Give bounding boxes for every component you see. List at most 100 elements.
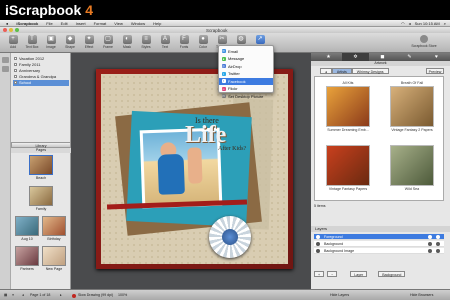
menu-app[interactable]: iScrapbook [16, 21, 38, 26]
hide-browsers-button[interactable]: Hide Browsers [410, 293, 433, 297]
minimize-icon[interactable] [9, 28, 13, 32]
page-thumb-aug10[interactable] [15, 216, 39, 236]
layer-row[interactable]: Foreground [314, 234, 444, 240]
effect-button[interactable]: ✦ Effect [80, 35, 98, 52]
shape-button[interactable]: ◆ Shape [61, 35, 79, 52]
menu-file[interactable]: File [46, 21, 52, 26]
eye-icon[interactable] [316, 235, 320, 239]
share-twitter[interactable]: t Twitter [219, 70, 273, 78]
remove-layer-button[interactable]: − [327, 270, 338, 277]
checkbox[interactable] [14, 81, 17, 85]
kit-card[interactable]: All Kits Summer Dreaming Emb... [323, 81, 373, 132]
segment-back-icon[interactable]: ◂ [320, 68, 332, 74]
tab-heart[interactable]: ♥ [423, 53, 450, 61]
title-main[interactable]: Life [185, 122, 226, 149]
search-icon[interactable] [436, 235, 440, 239]
pages-icon[interactable] [2, 66, 9, 72]
menu-insert[interactable]: Insert [76, 21, 86, 26]
checkbox[interactable] [14, 63, 17, 67]
menu-format[interactable]: Format [94, 21, 107, 26]
segment-artists[interactable]: Artists [331, 68, 352, 74]
tab-favorites[interactable]: ★ [315, 53, 342, 61]
checkbox[interactable] [14, 75, 17, 79]
close-icon[interactable] [3, 28, 7, 32]
color-button[interactable]: ● Color [194, 35, 212, 52]
share-facebook[interactable]: f Facebook [219, 77, 273, 85]
mask-button[interactable]: ◐ Mask [118, 35, 136, 52]
photo-kid-2 [187, 147, 203, 184]
share-desktop[interactable]: ▭ Set Desktop Picture [219, 93, 273, 101]
lock-icon[interactable] [428, 249, 432, 253]
layer-row[interactable]: Background Image [314, 248, 444, 254]
tab-photos[interactable]: ◼ [369, 53, 396, 61]
page-thumb-new[interactable] [42, 246, 66, 266]
search-icon[interactable] [436, 249, 440, 253]
library-item-selected[interactable]: School [13, 80, 69, 86]
apple-icon[interactable]: ● [6, 21, 8, 26]
checkbox[interactable] [14, 69, 17, 73]
library-item[interactable]: Anniversary [13, 68, 69, 74]
share-message[interactable]: ● Message [219, 55, 273, 63]
styles-button[interactable]: ≡ Styles [137, 35, 155, 52]
menu-help[interactable]: Help [153, 21, 161, 26]
kit-card[interactable]: Breath Of Fall Vintage Fantasy 2 Papers [387, 81, 437, 132]
page-thumb-partners[interactable] [15, 246, 39, 266]
layer-popup[interactable]: Layer [350, 270, 368, 277]
zoom-level[interactable]: 100% [118, 293, 127, 297]
text-button[interactable]: A Text [156, 35, 174, 52]
slow-drawing-icon [72, 293, 76, 298]
flower-embellishment[interactable] [209, 216, 251, 258]
search-icon[interactable] [436, 242, 440, 246]
volume-icon[interactable]: ◂ [409, 21, 411, 26]
frame-button[interactable]: ▢ Frame [99, 35, 117, 52]
add-layer-button[interactable]: + [314, 270, 325, 277]
grid-icon[interactable]: ▦ [4, 293, 7, 297]
canvas-area[interactable]: Is there Life After Kids? [71, 53, 311, 289]
share-email[interactable]: ✉ Email [219, 48, 273, 56]
page-thumb-birthday[interactable] [42, 216, 66, 236]
menu-edit[interactable]: Edit [61, 21, 68, 26]
eye-icon[interactable] [316, 249, 320, 253]
page-thumb-beach[interactable] [29, 155, 53, 175]
library-icon[interactable] [2, 57, 9, 63]
background-popup[interactable]: Background [378, 270, 406, 277]
preview-button[interactable]: Preview [426, 68, 444, 74]
text-box-button[interactable]: T Text Box [23, 35, 41, 52]
library-item[interactable]: Grandma & Grandpa [13, 74, 69, 80]
pages-header: Pages [11, 148, 71, 153]
layers-toolbar: + − Layer Background [314, 270, 444, 277]
library-item[interactable]: Vacation 2012 [13, 56, 69, 62]
share-airdrop[interactable]: ◎ AirDrop [219, 63, 273, 71]
list-icon[interactable]: ≡ [12, 293, 14, 297]
title-bottom[interactable]: After Kids? [218, 146, 246, 152]
kit-card[interactable]: Vintage Fantasy Papers [323, 145, 373, 191]
add-button[interactable]: + Add [4, 35, 22, 52]
wifi-icon[interactable]: ◠ [401, 21, 405, 26]
fonts-button[interactable]: F Fonts [175, 35, 193, 52]
lock-icon[interactable] [428, 242, 432, 246]
page-thumb-family[interactable] [29, 186, 53, 206]
image-button[interactable]: ▣ Image [42, 35, 60, 52]
segment-whimsy[interactable]: Whimsy Designs [351, 68, 389, 74]
airdrop-icon: ◎ [221, 64, 226, 69]
prev-page-icon[interactable]: ◂ [22, 293, 24, 297]
library-item[interactable]: Family 2011 [13, 62, 69, 68]
menu-window[interactable]: Window [131, 21, 145, 26]
layer-row[interactable]: Background [314, 241, 444, 247]
kit-card[interactable]: Wild Sea [387, 145, 437, 191]
clock[interactable]: Sun 10:15 AM [415, 21, 440, 26]
layer-label: Foreground [324, 235, 343, 239]
tab-inspector[interactable]: ✎ [396, 53, 423, 61]
tab-artwork[interactable]: ✲ [342, 53, 369, 61]
search-icon[interactable]: ⌕ [444, 21, 446, 26]
lock-icon[interactable] [428, 235, 432, 239]
hide-layers-button[interactable]: Hide Layers [330, 293, 349, 297]
share-flickr[interactable]: •• Flickr [219, 85, 273, 93]
next-page-icon[interactable]: ▸ [60, 293, 62, 297]
menu-view[interactable]: View [114, 21, 123, 26]
page-thumb-label: Family [35, 207, 47, 211]
store-button[interactable]: Scrapbook Store [408, 35, 440, 48]
eye-icon[interactable] [316, 242, 320, 246]
checkbox[interactable] [14, 57, 17, 61]
zoom-icon[interactable] [15, 28, 19, 32]
